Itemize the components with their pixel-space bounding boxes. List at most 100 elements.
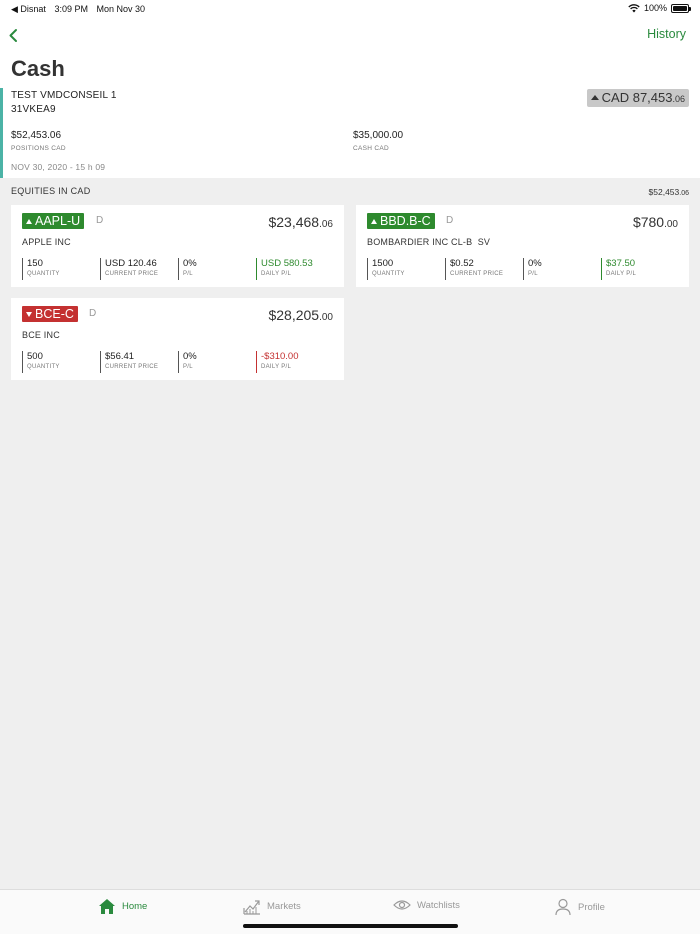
company-name: BOMBARDIER INC CL-B SV — [367, 237, 491, 247]
quantity-label: QUANTITY — [27, 271, 60, 277]
tab-markets[interactable]: Markets — [243, 898, 301, 915]
battery-percent: 100% — [643, 3, 667, 13]
daily-pl-label: DAILY P/L — [261, 271, 292, 277]
daily-pl-value: $37.50 — [606, 258, 636, 269]
quantity-value: 1500 — [372, 258, 394, 269]
daily-pl-value: -$310.00 — [261, 351, 299, 362]
back-chevron-icon[interactable] — [6, 26, 26, 46]
carrier-label[interactable]: ◀ Disnat — [11, 4, 46, 14]
ticker-symbol: BCE-C — [35, 307, 74, 321]
account-total-main: CAD 87,453 — [601, 90, 673, 105]
delay-flag: D — [446, 215, 454, 226]
status-time: 3:09 PM — [54, 4, 88, 14]
account-total-badge: CAD 87,453 .06 — [586, 89, 689, 107]
pl-value: 0% — [528, 258, 542, 269]
ticker-badge: BCE-C — [22, 306, 78, 322]
daily-pl-metric: -$310.00 DAILY P/L — [256, 351, 299, 373]
tab-label: Profile — [578, 901, 605, 913]
tab-profile[interactable]: Profile — [554, 898, 605, 916]
daily-pl-value: USD 580.53 — [261, 258, 313, 269]
up-arrow-icon — [590, 95, 599, 100]
equities-total: $52,453.06 — [649, 187, 689, 197]
company-name: BCE INC — [22, 330, 60, 340]
quantity-metric: 500 QUANTITY — [22, 351, 60, 373]
price-value: USD 120.46 — [105, 258, 157, 269]
pl-metric: 0% P/L — [178, 258, 197, 280]
daily-pl-metric: USD 580.53 DAILY P/L — [256, 258, 313, 280]
price-metric: $56.41 CURRENT PRICE — [100, 351, 158, 373]
equities-total-main: $52,453 — [648, 187, 680, 197]
pl-value: 0% — [183, 258, 197, 269]
chart-icon — [243, 900, 260, 915]
position-value: $23,468.06 — [268, 214, 333, 230]
delay-flag: D — [96, 215, 104, 226]
account-number: 31VKEA9 — [11, 104, 56, 115]
positions-label: POSITIONS CAD — [11, 145, 66, 152]
battery-icon — [671, 3, 691, 13]
pl-label: P/L — [183, 271, 193, 277]
ticker-badge: AAPL-U — [22, 213, 85, 229]
up-arrow-icon — [26, 218, 32, 224]
account-timestamp: NOV 30, 2020 - 15 h 09 — [11, 162, 106, 172]
account-name: TEST VMDCONSEIL 1 — [11, 90, 117, 101]
position-value-main: $23,468 — [268, 214, 320, 230]
pl-value: 0% — [183, 351, 197, 362]
tab-home[interactable]: Home — [98, 898, 147, 915]
up-arrow-icon — [371, 218, 377, 224]
ticker-symbol: BBD.B-C — [380, 214, 431, 228]
tab-label: Watchlists — [417, 899, 460, 911]
status-date: Mon Nov 30 — [96, 4, 146, 14]
ticker-badge: BBD.B-C — [367, 213, 435, 229]
pl-label: P/L — [183, 364, 193, 370]
daily-pl-metric: $37.50 DAILY P/L — [601, 258, 636, 280]
equities-total-cents: .06 — [679, 190, 689, 197]
quantity-label: QUANTITY — [27, 364, 60, 370]
price-value: $56.41 — [105, 351, 135, 362]
account-total-cents: .06 — [672, 94, 685, 104]
history-link[interactable]: History — [647, 27, 686, 41]
daily-pl-label: DAILY P/L — [261, 364, 292, 370]
position-value-cents: .00 — [319, 312, 333, 323]
home-icon — [99, 899, 115, 914]
pl-metric: 0% P/L — [523, 258, 542, 280]
price-label: CURRENT PRICE — [450, 271, 504, 277]
tab-watchlists[interactable]: Watchlists — [393, 898, 460, 912]
pl-label: P/L — [528, 271, 538, 277]
down-arrow-icon — [26, 311, 32, 317]
position-card[interactable]: BCE-C D $28,205.00 BCE INC 500 QUANTITY … — [11, 298, 344, 380]
position-value-cents: .00 — [664, 219, 678, 230]
quantity-label: QUANTITY — [372, 271, 405, 277]
price-label: CURRENT PRICE — [105, 271, 159, 277]
pl-metric: 0% P/L — [178, 351, 197, 373]
delay-flag: D — [89, 308, 97, 319]
position-card[interactable]: AAPL-U D $23,468.06 APPLE INC 150 QUANTI… — [11, 205, 344, 287]
price-value: $0.52 — [450, 258, 474, 269]
page-title: Cash — [11, 56, 65, 81]
tab-label: Home — [122, 901, 148, 912]
quantity-value: 500 — [27, 351, 43, 362]
account-header: History Cash TEST VMDCONSEIL 1 31VKEA9 C… — [0, 18, 700, 178]
account-accent-bar — [0, 88, 3, 178]
quantity-value: 150 — [27, 258, 43, 269]
price-metric: USD 120.46 CURRENT PRICE — [100, 258, 158, 280]
status-bar: ◀ Disnat 3:09 PM Mon Nov 30 100% — [0, 0, 700, 18]
cash-label: CASH CAD — [353, 145, 389, 152]
position-card[interactable]: BBD.B-C D $780.00 BOMBARDIER INC CL-B SV… — [356, 205, 689, 287]
equities-heading: EQUITIES IN CAD — [11, 186, 91, 196]
price-metric: $0.52 CURRENT PRICE — [445, 258, 503, 280]
position-value: $28,205.00 — [268, 307, 333, 323]
quantity-metric: 1500 QUANTITY — [367, 258, 405, 280]
wifi-icon — [628, 3, 640, 12]
quantity-metric: 150 QUANTITY — [22, 258, 60, 280]
position-value-main: $780 — [632, 214, 665, 230]
cash-value: $35,000.00 — [353, 130, 404, 141]
position-value-cents: .06 — [319, 219, 333, 230]
person-icon — [555, 898, 571, 916]
home-indicator[interactable] — [243, 924, 458, 928]
company-name: APPLE INC — [22, 237, 71, 247]
position-value-main: $28,205 — [268, 307, 320, 323]
daily-pl-label: DAILY P/L — [606, 271, 637, 277]
price-label: CURRENT PRICE — [105, 364, 159, 370]
positions-value: $52,453.06 — [11, 130, 62, 141]
position-value: $780.00 — [633, 214, 678, 230]
